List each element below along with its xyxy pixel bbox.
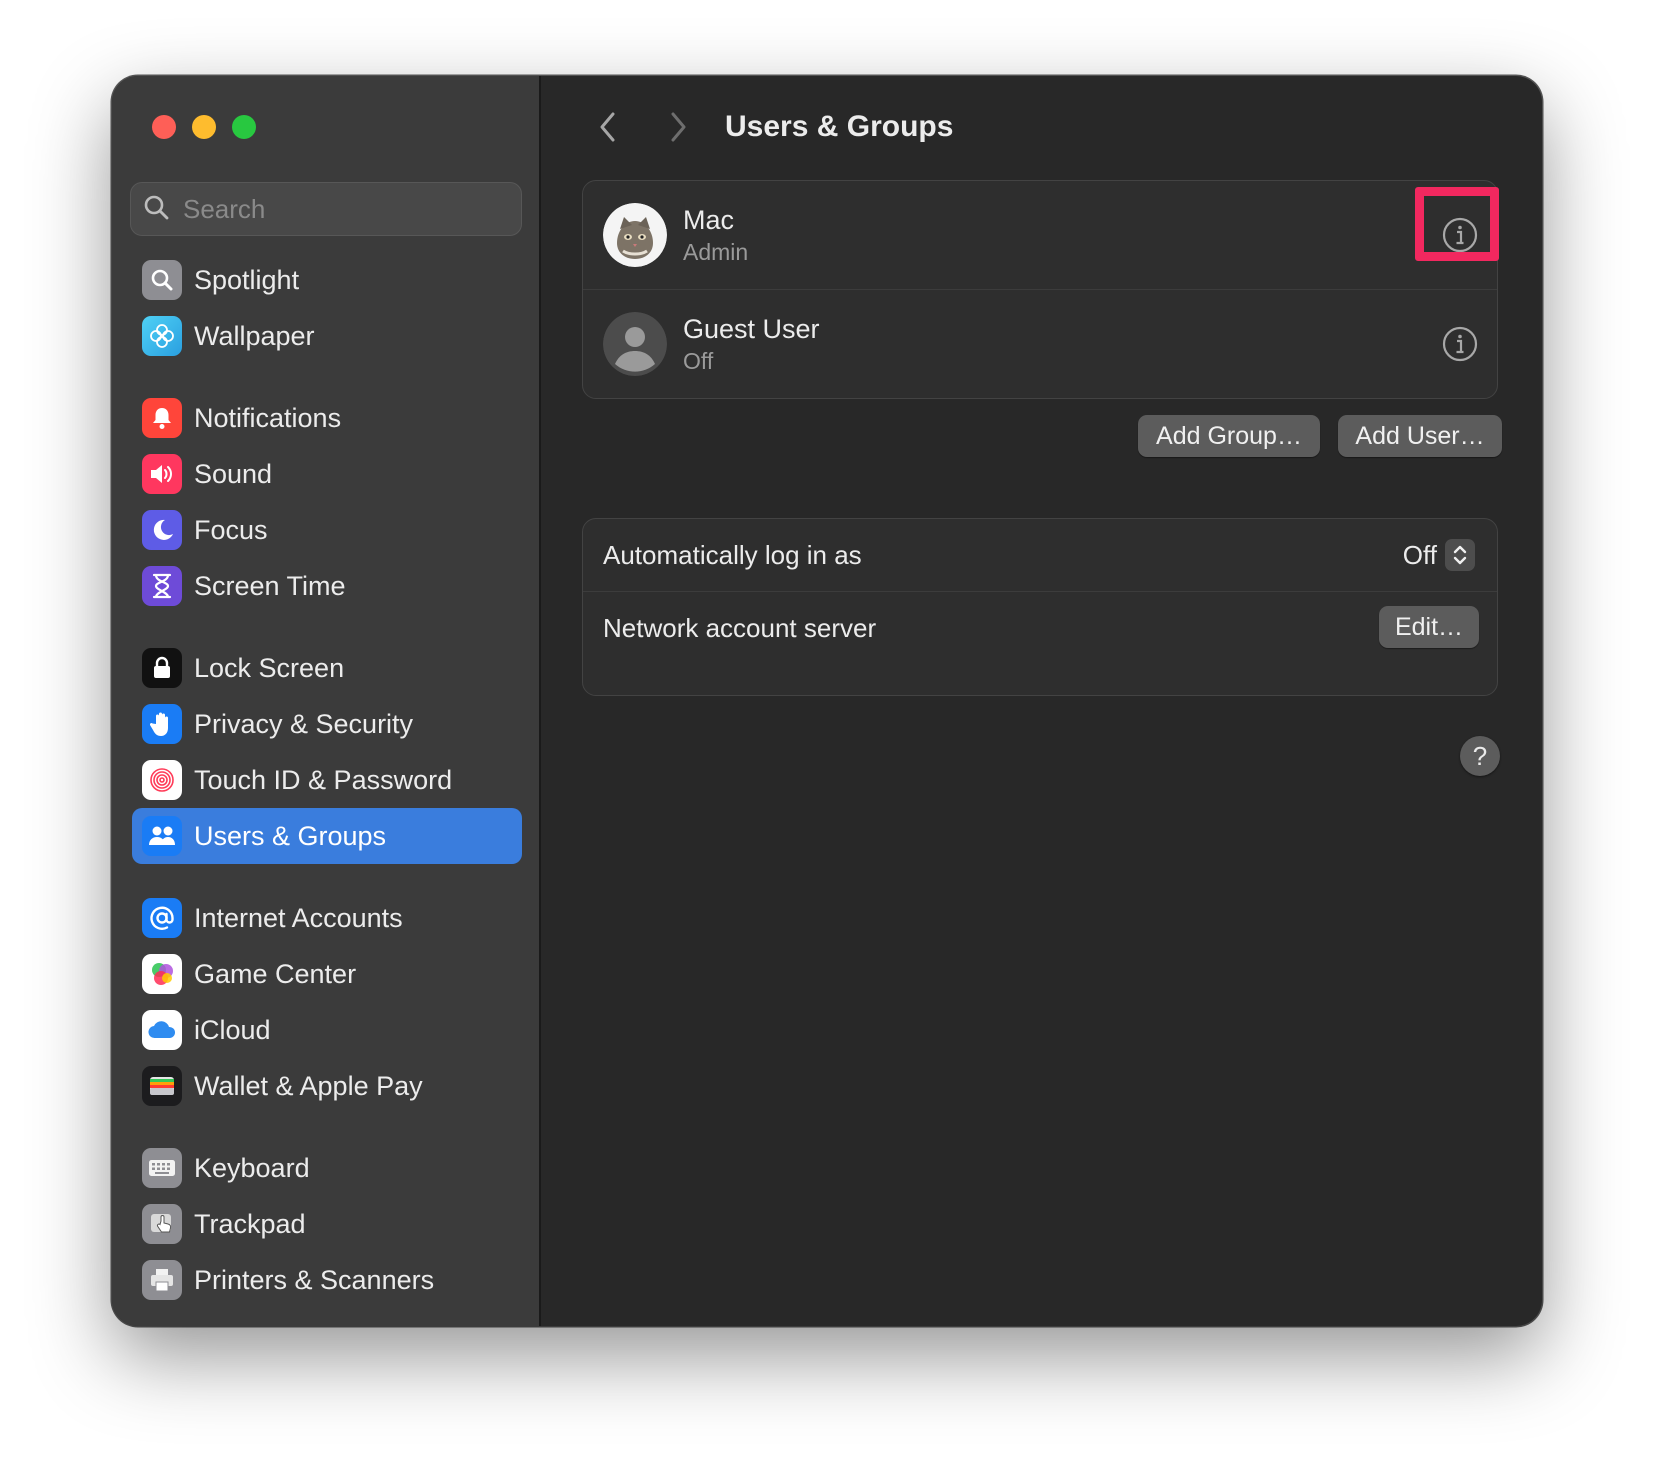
fingerprint-icon bbox=[142, 760, 182, 800]
info-icon bbox=[1442, 326, 1478, 362]
add-group-button[interactable]: Add Group… bbox=[1138, 415, 1320, 457]
icloud-icon bbox=[142, 1010, 182, 1050]
sidebar-item-label: Users & Groups bbox=[194, 820, 387, 851]
game-center-icon bbox=[142, 954, 182, 994]
notifications-icon bbox=[142, 398, 182, 438]
add-user-button[interactable]: Add User… bbox=[1338, 415, 1502, 457]
sidebar-item-game-center[interactable]: Game Center bbox=[132, 946, 522, 1002]
sidebar-item-label: Wallpaper bbox=[194, 320, 315, 351]
trackpad-icon bbox=[142, 1204, 182, 1244]
sidebar-item-label: Keyboard bbox=[194, 1152, 310, 1183]
search-field[interactable] bbox=[130, 182, 522, 236]
sidebar-item-label: Privacy & Security bbox=[194, 708, 414, 739]
user-name: Guest User bbox=[683, 314, 820, 344]
screen-time-icon bbox=[142, 566, 182, 606]
sidebar-item-label: Screen Time bbox=[194, 570, 346, 601]
sidebar-item-focus[interactable]: Focus bbox=[132, 502, 522, 558]
close-window-button[interactable] bbox=[152, 115, 176, 139]
sidebar-item-trackpad[interactable]: Trackpad bbox=[132, 1196, 522, 1252]
sidebar-item-label: Game Center bbox=[194, 958, 357, 989]
spotlight-icon bbox=[142, 260, 182, 300]
wallet-icon bbox=[142, 1066, 182, 1106]
wallpaper-icon bbox=[142, 316, 182, 356]
chevron-up-down-icon bbox=[1445, 539, 1475, 571]
sidebar-item-printers-scanners[interactable]: Printers & Scanners bbox=[132, 1252, 522, 1308]
back-button[interactable] bbox=[583, 102, 633, 152]
sidebar-item-label: Focus bbox=[194, 514, 268, 545]
user-role: Off bbox=[683, 348, 714, 374]
auto-login-value: Off bbox=[1402, 539, 1437, 570]
sidebar-item-lock-screen[interactable]: Lock Screen bbox=[132, 640, 522, 696]
sidebar-item-notifications[interactable]: Notifications bbox=[132, 390, 522, 446]
forward-button[interactable] bbox=[653, 102, 703, 152]
sidebar-item-label: Wallet & Apple Pay bbox=[194, 1070, 423, 1101]
sidebar-item-wallpaper[interactable]: Wallpaper bbox=[132, 308, 522, 364]
sidebar-item-internet-accounts[interactable]: Internet Accounts bbox=[132, 890, 522, 946]
users-icon bbox=[142, 816, 182, 856]
settings-window: Spotlight Wallpaper Notifications Soun bbox=[112, 76, 1542, 1326]
page-title: Users & Groups bbox=[725, 110, 954, 143]
network-server-label: Network account server bbox=[603, 612, 877, 643]
sidebar-item-label: Sound bbox=[194, 458, 273, 489]
keyboard-icon bbox=[142, 1148, 182, 1188]
users-list: Mac Admin Guest User Off bbox=[582, 180, 1499, 399]
printer-icon bbox=[142, 1260, 182, 1300]
user-name: Mac bbox=[683, 205, 735, 235]
window-controls bbox=[152, 115, 256, 139]
sidebar-item-users-groups[interactable]: Users & Groups bbox=[132, 808, 522, 864]
chevron-left-icon bbox=[600, 112, 615, 142]
privacy-hand-icon bbox=[142, 704, 182, 744]
sidebar-item-label: Lock Screen bbox=[194, 652, 345, 683]
toolbar: Users & Groups bbox=[583, 102, 953, 152]
sidebar-item-keyboard[interactable]: Keyboard bbox=[132, 1140, 522, 1196]
lock-screen-icon bbox=[142, 648, 182, 688]
minimize-window-button[interactable] bbox=[192, 115, 216, 139]
sidebar-item-touch-id[interactable]: Touch ID & Password bbox=[132, 752, 522, 808]
user-role: Admin bbox=[683, 239, 749, 265]
guest-info-button[interactable] bbox=[1441, 325, 1479, 363]
at-sign-icon bbox=[142, 898, 182, 938]
auto-login-popup[interactable]: Off bbox=[1403, 539, 1475, 571]
chevron-right-icon bbox=[671, 112, 686, 142]
login-settings: Automatically log in as Off Network acco… bbox=[582, 518, 1498, 696]
guest-avatar bbox=[603, 312, 667, 376]
search-icon bbox=[143, 194, 169, 225]
sidebar-item-spotlight[interactable]: Spotlight bbox=[132, 252, 522, 308]
sidebar-item-label: Printers & Scanners bbox=[194, 1264, 435, 1295]
zoom-window-button[interactable] bbox=[232, 115, 256, 139]
sidebar-item-label: Internet Accounts bbox=[194, 902, 403, 933]
main-content: Users & Groups Mac Admin Guest User Off … bbox=[541, 76, 1542, 1326]
user-row-mac[interactable]: Mac Admin bbox=[583, 181, 1499, 289]
sidebar-item-screen-time[interactable]: Screen Time bbox=[132, 558, 522, 614]
sidebar-item-label: Notifications bbox=[194, 402, 342, 433]
search-input[interactable] bbox=[181, 192, 505, 226]
network-server-row: Network account server Edit… bbox=[583, 591, 1497, 664]
sound-icon bbox=[142, 454, 182, 494]
sidebar: Spotlight Wallpaper Notifications Soun bbox=[112, 76, 541, 1326]
edit-network-server-button[interactable]: Edit… bbox=[1379, 606, 1479, 648]
user-avatar bbox=[603, 203, 667, 267]
auto-login-label: Automatically log in as bbox=[603, 539, 862, 570]
sidebar-item-label: Spotlight bbox=[194, 264, 300, 295]
focus-icon bbox=[142, 510, 182, 550]
user-row-guest[interactable]: Guest User Off bbox=[583, 289, 1497, 398]
sidebar-item-label: Touch ID & Password bbox=[194, 764, 453, 795]
help-button[interactable]: ? bbox=[1460, 736, 1500, 776]
sidebar-item-label: Trackpad bbox=[194, 1208, 306, 1239]
highlight-box bbox=[1415, 187, 1499, 261]
sidebar-item-label: iCloud bbox=[194, 1014, 271, 1045]
auto-login-row: Automatically log in as Off bbox=[583, 519, 1497, 591]
sidebar-nav: Spotlight Wallpaper Notifications Sound … bbox=[132, 252, 522, 1308]
sidebar-item-privacy-security[interactable]: Privacy & Security bbox=[132, 696, 522, 752]
sidebar-item-wallet[interactable]: Wallet & Apple Pay bbox=[132, 1058, 522, 1114]
sidebar-item-sound[interactable]: Sound bbox=[132, 446, 522, 502]
sidebar-item-icloud[interactable]: iCloud bbox=[132, 1002, 522, 1058]
